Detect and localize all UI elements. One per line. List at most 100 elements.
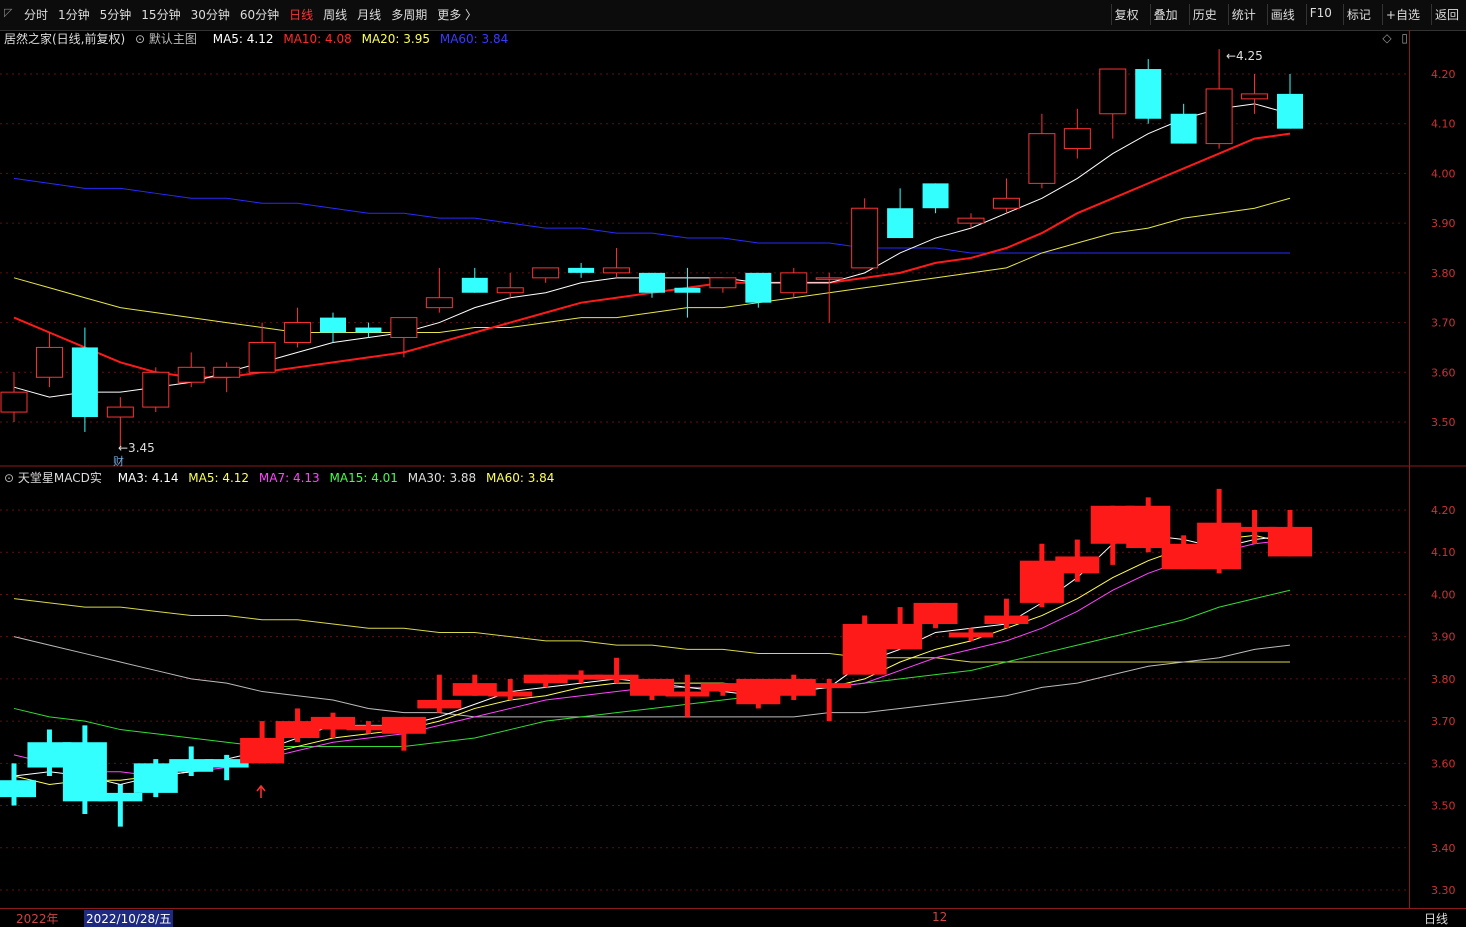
candle-body-up [957,217,985,224]
indicator-selector[interactable]: ⊙ 默认主图 [135,32,203,46]
y-tick-label: 3.80 [1431,267,1456,280]
candle-body-up [780,272,808,294]
candle-body-down [320,317,346,333]
candle-body-up [425,297,453,309]
sub-bar-block [1126,505,1171,548]
candle-body-up [815,277,843,280]
candle-body-down [922,183,949,209]
period-tabs: 分时 1分钟 5分钟 15分钟 30分钟 60分钟 日线 周线 月线 多周期 更… [24,6,487,23]
sub-bar-block [1090,505,1135,544]
sub-indicator-name: 天堂星MACD实 [17,471,102,485]
stock-title: 居然之家(日线,前复权) [4,32,126,46]
sub-bar-block [913,602,958,624]
tab-more[interactable]: 更多 〉 [437,6,477,23]
candle-body-up [1099,68,1127,115]
add-watchlist-button[interactable]: +自选 [1381,4,1423,25]
sub-ma15-line [13,589,1291,747]
candle-body-up [284,322,312,343]
candle-body-down [887,208,914,239]
y-tick-label: 3.60 [1431,366,1456,379]
tab-1min[interactable]: 1分钟 [58,6,90,23]
tab-monthly[interactable]: 月线 [357,6,381,23]
sub-ma5-label: MA5: 4.12 [188,471,250,485]
window-icon[interactable]: ▯ [1401,31,1408,45]
candle-body-down [1135,69,1162,119]
tab-15min[interactable]: 15分钟 [141,6,180,23]
sub-ma3-label: MA3: 4.14 [117,471,179,485]
y-tick-label: 3.90 [1431,631,1456,644]
y-tick-label: 4.10 [1431,546,1456,559]
tab-weekly[interactable]: 周线 [323,6,347,23]
candle-body-up [603,267,631,274]
sub-ma30-label: MA30: 3.88 [407,471,477,485]
sub-bar-block [807,683,852,689]
sub-bar-block [984,615,1029,624]
candle-body-down [461,277,488,293]
y-tick-label: 4.20 [1431,504,1456,517]
candle-body-up [496,287,524,294]
collapse-icon[interactable]: ◸ [4,6,12,19]
y-tick-label: 3.50 [1431,800,1456,813]
candle-body-down [355,327,382,333]
candle-body-up [532,267,560,279]
candle-body-up [142,371,170,408]
kline-chart: 4.20 4.10 4.00 3.90 3.80 3.70 3.60 3.50 4.20 4.10… [0,49,1466,897]
sub-ma5-line [13,534,1291,785]
y-tick-label: 4.00 [1431,167,1456,180]
sub-bar-block [1161,543,1206,570]
y-tick-label: 3.50 [1431,416,1456,429]
sub-bar-block [488,691,533,697]
mark-button[interactable]: 标记 [1342,4,1374,25]
overlay-button[interactable]: 叠加 [1149,4,1181,25]
ma20-label: MA20: 3.95 [361,32,431,46]
sub-bar-block [417,700,462,709]
candle-body-up [992,197,1020,209]
sub-bar-block [594,674,639,680]
sub-bar-block [98,792,143,802]
candle-body-up [0,391,28,413]
sub-bar-block [842,624,887,675]
candle-body-down [745,272,772,303]
f10-button[interactable]: F10 [1305,4,1335,25]
sub-bar-block [0,780,36,798]
candle-body-up [248,341,276,373]
candle-body-down [71,347,98,418]
y-tick-label: 4.10 [1431,118,1456,131]
sub-bar-block [665,691,710,697]
y-tick-label: 4.20 [1431,68,1456,81]
ma60-line [13,177,1290,254]
sub-ma60-label: MA60: 3.84 [486,471,555,485]
period-indicator[interactable]: 日线 [1424,910,1448,927]
draw-line-button[interactable]: 画线 [1266,4,1298,25]
candle-body-down [639,272,665,293]
sub-panel-header: ⊙ 天堂星MACD实 MA3: 4.14 MA5: 4.12 MA7: 4.13… [4,469,560,486]
tool-buttons: 复权 叠加 历史 统计 画线 F10 标记 +自选 返回 [1103,4,1462,25]
diamond-icon[interactable]: ◇ [1382,31,1391,45]
sub-bar-block [630,678,674,696]
statistics-button[interactable]: 统计 [1227,4,1259,25]
y-tick-label: 3.70 [1431,715,1456,728]
candle-body-up [1205,88,1233,145]
y-tick-label: 3.40 [1431,842,1456,855]
sub-bar-block [1197,522,1242,570]
tab-daily[interactable]: 日线 [289,6,313,23]
panel-icons: ◇ ▯ [1376,31,1408,45]
sub-bar-block [1019,560,1064,603]
tab-5min[interactable]: 5分钟 [100,6,132,23]
candle-body-up [390,317,418,338]
history-button[interactable]: 历史 [1188,4,1220,25]
tab-30min[interactable]: 30分钟 [191,6,230,23]
sub-bar-block [736,678,781,705]
sub-ma7-label: MA7: 4.13 [258,471,320,485]
tab-fenshi[interactable]: 分时 [24,6,48,23]
sub-bar-block [62,742,107,802]
restore-rights-button[interactable]: 复权 [1110,4,1142,25]
tab-60min[interactable]: 60分钟 [240,6,279,23]
back-button[interactable]: 返回 [1430,4,1462,25]
ma5-line [13,103,1291,398]
sub-bar-block [133,763,178,793]
sub-bar-block [452,683,497,696]
tab-multi-period[interactable]: 多周期 [391,6,427,23]
sub-indicator-selector[interactable]: ⊙ 天堂星MACD实 [4,471,108,485]
sub-bar-block [311,716,355,730]
